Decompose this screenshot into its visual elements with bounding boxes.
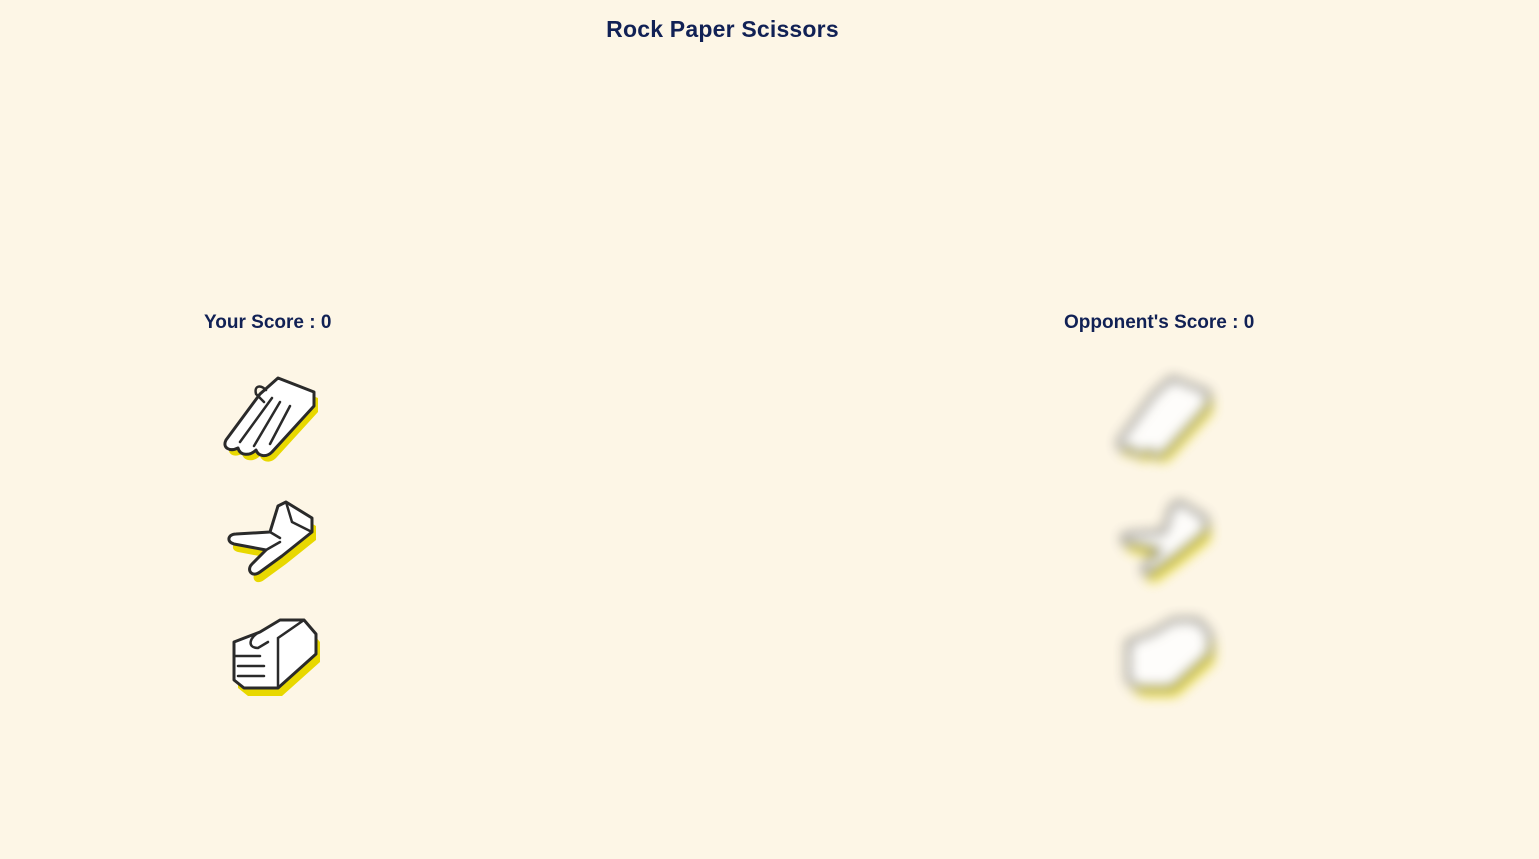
paper-hand-icon [1117,376,1212,462]
opponent-scissors [1114,492,1224,592]
scissors-button[interactable] [220,492,330,592]
opponent-choices [1114,372,1224,732]
paper-button[interactable] [220,372,330,472]
rock-hand-icon [232,618,320,696]
rock-hand-icon [1126,618,1214,696]
paper-hand-icon [223,376,318,462]
rock-button[interactable] [220,612,330,712]
opponent-rock [1114,612,1224,712]
player-score: Your Score : 0 [204,312,332,333]
game-page: Rock Paper Scissors Your Score : 0 Oppon… [0,0,1539,859]
page-title: Rock Paper Scissors [606,16,839,42]
opponent-paper [1114,372,1224,472]
scissors-hand-icon [227,500,316,583]
scissors-hand-icon [1121,500,1210,583]
opponent-score: Opponent's Score : 0 [1064,312,1255,333]
player-choices [220,372,330,732]
